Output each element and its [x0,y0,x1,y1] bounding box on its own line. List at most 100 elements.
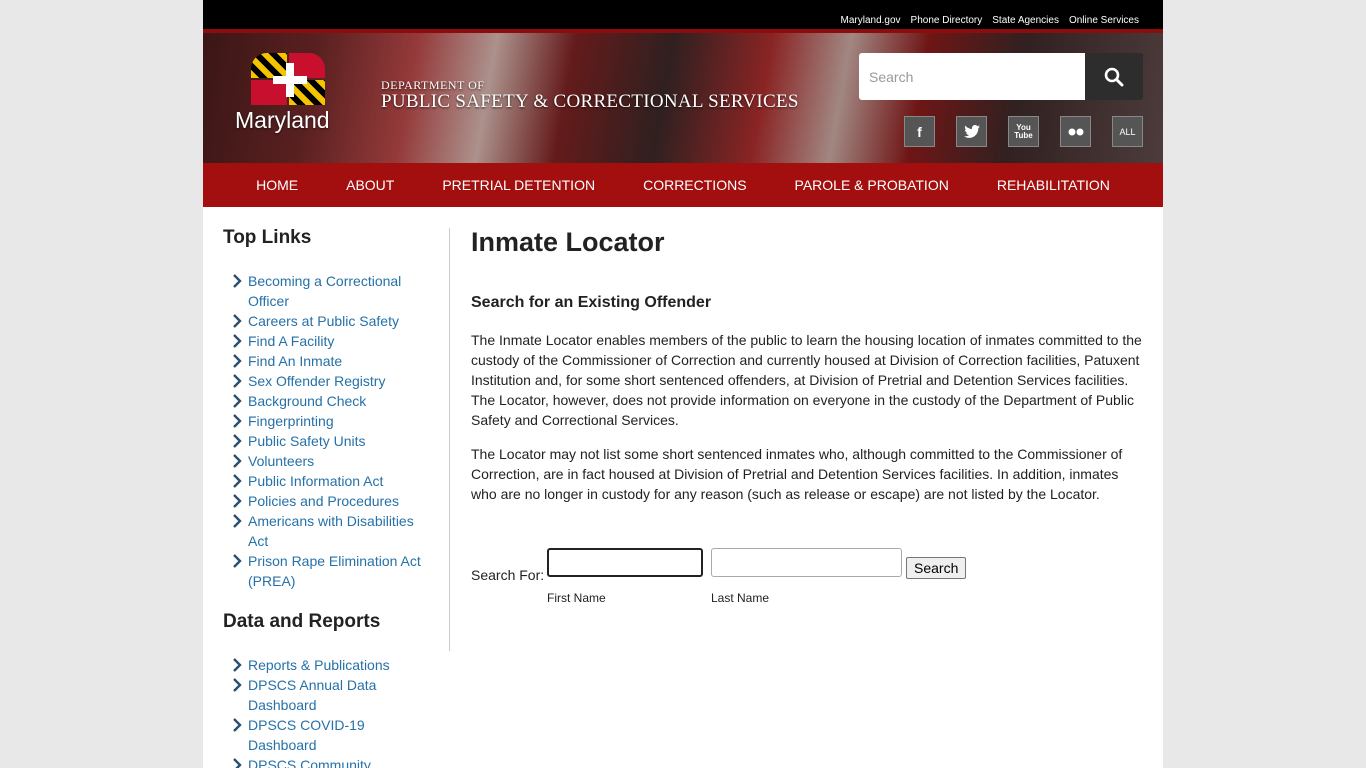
flickr-dots-icon [1068,128,1083,135]
report-link[interactable]: DPSCS Community [248,757,371,768]
report-link[interactable]: Reports & Publications [248,657,390,673]
utility-link-maryland-gov[interactable]: Maryland.gov [841,15,901,26]
chevron-right-icon [233,658,242,672]
nav-pretrial-detention[interactable]: PRETRIAL DETENTION [418,177,619,193]
list-item: Policies and Procedures [223,491,428,511]
list-item: Becoming a Correctional Officer [223,271,428,311]
main-content: Inmate Locator Search for an Existing Of… [471,227,1143,616]
chevron-right-icon [233,454,242,468]
top-link[interactable]: Careers at Public Safety [248,313,399,329]
chevron-right-icon [233,414,242,428]
chevron-right-icon [233,374,242,388]
list-item: Careers at Public Safety [223,311,428,331]
chevron-right-icon [233,354,242,368]
page-title: Inmate Locator [471,227,665,257]
list-item: Fingerprinting [223,411,428,431]
logo-text: Maryland [235,107,330,133]
report-link[interactable]: DPSCS Annual Data Dashboard [248,677,376,713]
header-banner: Maryland DEPARTMENT OF PUBLIC SAFETY & C… [203,33,1163,163]
sidebar: Top Links Becoming a Correctional Office… [223,227,428,768]
list-item: Americans with Disabilities Act [223,511,428,551]
utility-bar: Maryland.gov Phone Directory State Agenc… [203,0,1163,33]
top-link[interactable]: Americans with Disabilities Act [248,513,414,549]
twitter-icon[interactable] [956,116,987,147]
top-link[interactable]: Find A Facility [248,333,334,349]
main-nav: HOME ABOUT PRETRIAL DETENTION CORRECTION… [203,163,1163,207]
top-link[interactable]: Public Safety Units [248,433,366,449]
chevron-right-icon [233,334,242,348]
facebook-icon[interactable]: f [904,116,935,147]
nav-home[interactable]: HOME [232,177,322,193]
maryland-logo[interactable]: Maryland [235,53,345,134]
nav-corrections[interactable]: CORRECTIONS [619,177,770,193]
top-link[interactable]: Sex Offender Registry [248,373,385,389]
twitter-bird-icon [963,124,980,138]
list-item: Find A Facility [223,331,428,351]
site-search [859,53,1143,100]
chevron-right-icon [233,474,242,488]
top-link[interactable]: Policies and Procedures [248,493,399,509]
report-link[interactable]: DPSCS COVID-19 Dashboard [248,717,365,753]
chevron-right-icon [233,434,242,448]
site-search-button[interactable] [1085,53,1143,100]
maryland-flag-icon [251,53,325,105]
utility-link-phone-directory[interactable]: Phone Directory [911,15,983,26]
data-reports-heading: Data and Reports [223,611,381,632]
column-divider [449,228,450,651]
top-link[interactable]: Prison Rape Elimination Act (PREA) [248,553,421,589]
utility-link-online-services[interactable]: Online Services [1069,15,1139,26]
list-item: Reports & Publications [223,655,428,675]
intro-paragraph: The Inmate Locator enables members of th… [471,332,1142,428]
section-subtitle: Search for an Existing Offender [471,294,712,311]
flickr-icon[interactable] [1060,116,1091,147]
top-link[interactable]: Find An Inmate [248,353,342,369]
list-item: Public Safety Units [223,431,428,451]
nav-about[interactable]: ABOUT [322,177,418,193]
list-item: Public Information Act [223,471,428,491]
first-name-input[interactable] [547,548,703,577]
list-item: Prison Rape Elimination Act (PREA) [223,551,428,591]
list-item: DPSCS COVID-19 Dashboard [223,715,428,755]
inmate-search-button[interactable]: Search [906,557,967,579]
chevron-right-icon [233,394,242,408]
dept-big-text: PUBLIC SAFETY & CORRECTIONAL SERVICES [381,91,799,112]
chevron-right-icon [233,554,242,568]
top-link[interactable]: Fingerprinting [248,413,334,429]
search-for-label: Search For: [471,567,545,583]
list-item: Sex Offender Registry [223,371,428,391]
list-item: DPSCS Community [223,755,428,768]
last-name-caption: Last Name [711,591,770,605]
social-links: f You Tube ALL [904,116,1143,147]
chevron-right-icon [233,514,242,528]
top-link[interactable]: Volunteers [248,453,314,469]
chevron-right-icon [233,314,242,328]
top-link[interactable]: Public Information Act [248,473,383,489]
list-item: Volunteers [223,451,428,471]
nav-parole-probation[interactable]: PAROLE & PROBATION [771,177,973,193]
chevron-right-icon [233,678,242,692]
department-title[interactable]: DEPARTMENT OF PUBLIC SAFETY & CORRECTION… [381,78,799,113]
chevron-right-icon [233,494,242,508]
top-link[interactable]: Background Check [248,393,366,409]
inmate-search-form: Search For: Search First Name Last Name [471,546,1143,616]
chevron-right-icon [233,758,242,768]
last-name-input[interactable] [711,548,902,577]
search-icon [1104,67,1124,86]
top-link[interactable]: Becoming a Correctional Officer [248,273,401,309]
list-item: Background Check [223,391,428,411]
utility-link-state-agencies[interactable]: State Agencies [992,15,1059,26]
all-social-button[interactable]: ALL [1112,116,1143,147]
first-name-caption: First Name [547,591,606,605]
youtube-icon[interactable]: You Tube [1008,116,1039,147]
nav-rehabilitation[interactable]: REHABILITATION [973,177,1134,193]
site-search-input[interactable] [859,53,1085,100]
data-reports-list: Reports & Publications DPSCS Annual Data… [223,655,428,768]
list-item: DPSCS Annual Data Dashboard [223,675,428,715]
top-links-list: Becoming a Correctional Officer Careers … [223,271,428,591]
page: Maryland.gov Phone Directory State Agenc… [203,0,1163,768]
chevron-right-icon [233,718,242,732]
top-links-heading: Top Links [223,227,312,248]
list-item: Find An Inmate [223,351,428,371]
note-paragraph: The Locator may not list some short sent… [471,446,1123,502]
chevron-right-icon [233,274,242,288]
